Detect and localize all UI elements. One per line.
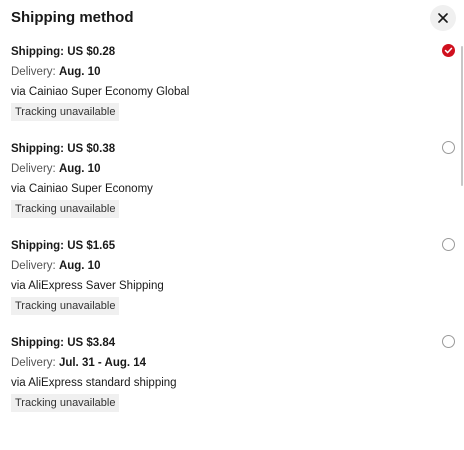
delivery-date: Aug. 10 bbox=[58, 163, 101, 175]
panel-header: Shipping method bbox=[11, 5, 456, 31]
delivery-label: Delivery: bbox=[11, 260, 59, 272]
delivery-estimate: Delivery: Aug. 10 bbox=[11, 159, 455, 179]
delivery-estimate: Delivery: Aug. 10 bbox=[11, 62, 455, 82]
carrier-name: via Cainiao Super Economy bbox=[11, 183, 153, 195]
shipping-method-panel: Shipping method Shipping: US $0.28 Deliv… bbox=[0, 0, 464, 450]
carrier-name: via Cainiao Super Economy Global bbox=[11, 86, 190, 98]
checkmark-icon bbox=[444, 47, 453, 54]
shipping-price: Shipping: US $3.84 bbox=[11, 337, 116, 349]
tracking-badge: Tracking unavailable bbox=[11, 297, 120, 315]
delivery-date: Aug. 10 bbox=[58, 260, 101, 272]
shipping-price: Shipping: US $0.28 bbox=[11, 46, 116, 58]
shipping-options-list: Shipping: US $0.28 Delivery: Aug. 10 via… bbox=[11, 42, 455, 430]
delivery-label: Delivery: bbox=[11, 357, 59, 369]
carrier-name: via AliExpress standard shipping bbox=[11, 377, 177, 389]
delivery-estimate: Delivery: Aug. 10 bbox=[11, 256, 455, 276]
shipping-option[interactable]: Shipping: US $1.65 Delivery: Aug. 10 via… bbox=[11, 236, 455, 333]
shipping-price: Shipping: US $0.38 bbox=[11, 143, 116, 155]
radio-unselected[interactable] bbox=[442, 141, 455, 154]
shipping-price: Shipping: US $1.65 bbox=[11, 240, 116, 252]
close-button[interactable] bbox=[430, 5, 456, 31]
tracking-badge: Tracking unavailable bbox=[11, 394, 120, 412]
shipping-option[interactable]: Shipping: US $0.28 Delivery: Aug. 10 via… bbox=[11, 42, 455, 139]
delivery-date: Jul. 31 - Aug. 14 bbox=[58, 357, 147, 369]
shipping-option[interactable]: Shipping: US $3.84 Delivery: Jul. 31 - A… bbox=[11, 333, 455, 430]
radio-unselected[interactable] bbox=[442, 238, 455, 251]
delivery-estimate: Delivery: Jul. 31 - Aug. 14 bbox=[11, 353, 455, 373]
tracking-badge: Tracking unavailable bbox=[11, 200, 120, 218]
radio-selected[interactable] bbox=[442, 44, 455, 57]
delivery-label: Delivery: bbox=[11, 66, 59, 78]
scrollbar[interactable] bbox=[461, 46, 463, 186]
close-icon bbox=[438, 13, 448, 23]
shipping-option[interactable]: Shipping: US $0.38 Delivery: Aug. 10 via… bbox=[11, 139, 455, 236]
carrier-name: via AliExpress Saver Shipping bbox=[11, 280, 164, 292]
delivery-date: Aug. 10 bbox=[58, 66, 101, 78]
panel-title: Shipping method bbox=[11, 9, 134, 26]
tracking-badge: Tracking unavailable bbox=[11, 103, 120, 121]
delivery-label: Delivery: bbox=[11, 163, 59, 175]
radio-unselected[interactable] bbox=[442, 335, 455, 348]
